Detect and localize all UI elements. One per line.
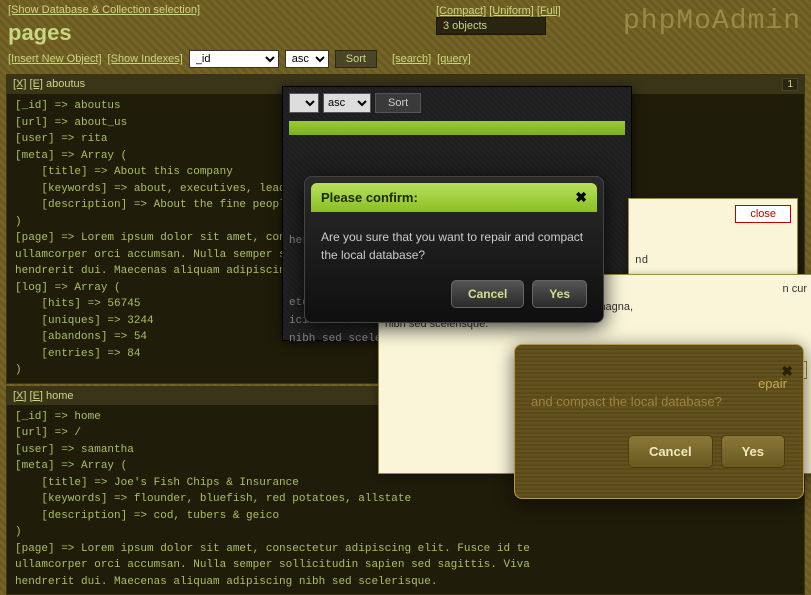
doc-name: aboutus: [46, 78, 85, 90]
show-db-link[interactable]: [Show Database & Collection selection]: [8, 4, 200, 16]
uniform-link[interactable]: [Uniform]: [489, 5, 534, 17]
insert-object-link[interactable]: [Insert New Object]: [8, 53, 102, 65]
doc-delete-link[interactable]: [X]: [13, 390, 26, 402]
field-select[interactable]: _id: [189, 50, 279, 68]
order-select[interactable]: asc: [285, 50, 329, 68]
search-link[interactable]: [search]: [392, 53, 431, 65]
query-link[interactable]: [query]: [437, 53, 471, 65]
yellow-dialog-text: and compact the local database?: [531, 394, 722, 409]
doc-edit-link[interactable]: [E]: [30, 78, 43, 90]
sort-button[interactable]: Sort: [335, 50, 377, 68]
close-icon[interactable]: ✖: [575, 189, 587, 206]
doc-name: home: [46, 390, 74, 402]
show-indexes-link[interactable]: [Show Indexes]: [108, 53, 183, 65]
dialog-message: Are you sure that you want to repair and…: [305, 218, 603, 280]
dialog-title: Please confirm:: [321, 190, 418, 205]
yellow-cancel-button[interactable]: Cancel: [628, 435, 713, 468]
overlay-field-select[interactable]: [289, 93, 319, 113]
doc-delete-link[interactable]: [X]: [13, 78, 26, 90]
peek-text: nd: [635, 243, 791, 267]
close-button[interactable]: close: [735, 205, 791, 223]
full-link[interactable]: [Full]: [537, 5, 561, 17]
object-count: 3 objects: [436, 17, 546, 35]
doc-edit-link[interactable]: [E]: [30, 390, 43, 402]
yes-button[interactable]: Yes: [532, 280, 587, 308]
cancel-button[interactable]: Cancel: [451, 280, 524, 308]
confirm-dialog: Please confirm: ✖ Are you sure that you …: [304, 176, 604, 323]
yellow-confirm-dialog: ✖ epair and compact the local database? …: [514, 344, 804, 499]
yellow-yes-button[interactable]: Yes: [721, 435, 785, 468]
app-logo: phpMoAdmin: [623, 6, 801, 37]
page-number: 1: [782, 78, 798, 91]
overlay-sort-button[interactable]: Sort: [375, 93, 421, 113]
close-icon[interactable]: ✖: [781, 363, 793, 380]
overlay-order-select[interactable]: asc: [323, 93, 371, 113]
compact-link[interactable]: [Compact]: [436, 5, 486, 17]
green-strip: [289, 121, 625, 135]
